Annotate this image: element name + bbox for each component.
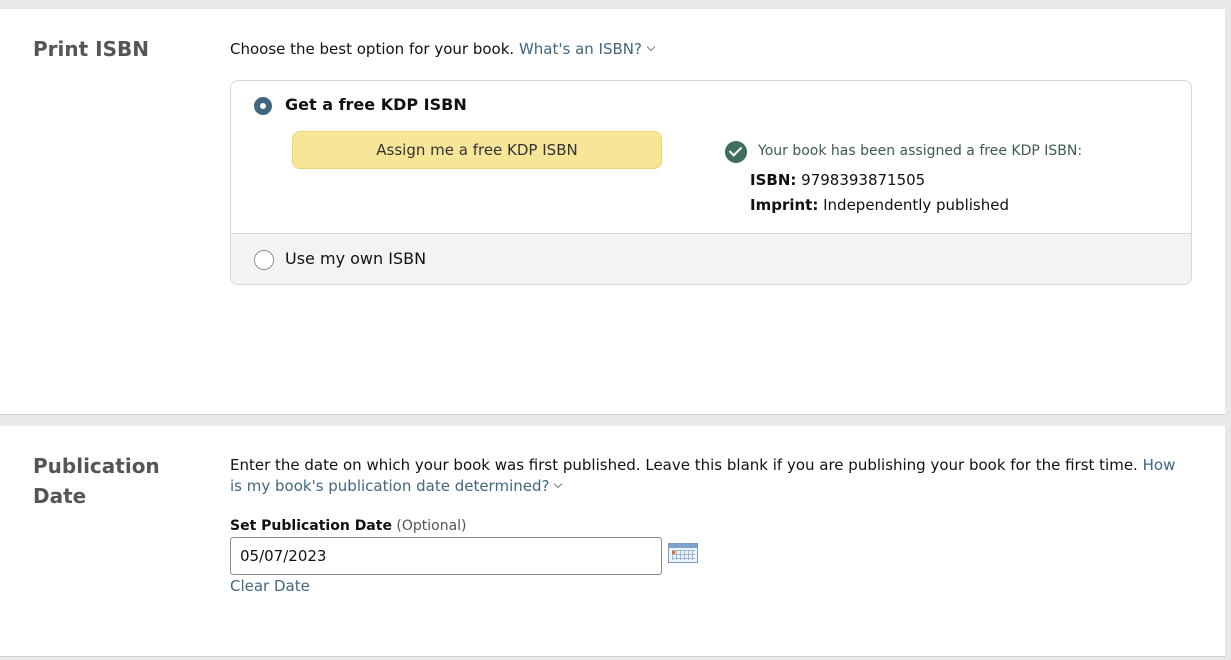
publication-date-field-label: Set Publication Date (Optional) [230,516,467,536]
isbn-label: ISBN: [750,171,797,189]
imprint-label: Imprint: [750,196,819,214]
chevron-down-icon [554,479,563,489]
assign-free-isbn-button[interactable]: Assign me a free KDP ISBN [292,131,662,169]
print-isbn-section: Print ISBN Choose the best option for yo… [0,9,1225,415]
calendar-icon-grid [672,550,695,560]
clear-date-link[interactable]: Clear Date [230,575,310,597]
publication-date-description-text: Enter the date on which your book was fi… [230,456,1138,474]
checkmark-circle-icon [725,141,747,163]
isbn-assigned-message: Your book has been assigned a free KDP I… [758,143,1083,159]
own-isbn-radio[interactable] [254,250,274,270]
whats-an-isbn-link[interactable]: What's an ISBN? [518,40,656,58]
own-isbn-label: Use my own ISBN [285,249,427,268]
optional-label: (Optional) [396,518,467,534]
isbn-value: 9798393871505 [801,171,926,189]
free-isbn-label: Get a free KDP ISBN [285,95,467,114]
publication-date-title-line2: Date [33,484,87,508]
whats-an-isbn-link-text: What's an ISBN? [518,40,642,58]
imprint-value: Independently published [823,196,1009,214]
calendar-icon-header [669,544,697,548]
calendar-icon-marker [672,551,675,554]
publication-date-section: Publication Date Enter the date on which… [0,426,1225,657]
publication-date-title: Publication Date [33,451,160,511]
print-isbn-title: Print ISBN [33,37,149,61]
chevron-down-icon [646,42,656,52]
publication-date-input[interactable] [230,537,662,575]
imprint-row: Imprint: Independently published [750,194,1009,216]
print-isbn-description-text: Choose the best option for your book. [230,40,515,58]
print-isbn-description: Choose the best option for your book. Wh… [230,39,656,60]
publication-date-title-line1: Publication [33,454,160,478]
isbn-options-box: Get a free KDP ISBN Assign me a free KDP… [230,80,1192,285]
isbn-row: ISBN: 9798393871505 [750,169,925,191]
publication-date-description: Enter the date on which your book was fi… [230,455,1190,497]
free-isbn-radio[interactable] [254,97,272,115]
calendar-icon[interactable] [668,543,698,563]
option-free-isbn[interactable]: Get a free KDP ISBN Assign me a free KDP… [231,81,1191,234]
set-publication-date-label: Set Publication Date [230,518,392,534]
option-own-isbn[interactable]: Use my own ISBN [231,234,1191,284]
